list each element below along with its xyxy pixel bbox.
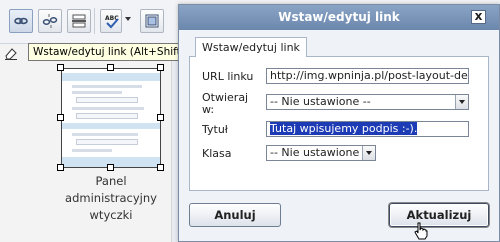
horizontal-rule-button[interactable]	[67, 9, 91, 33]
caption-line: administracyjny	[65, 191, 157, 205]
widget-caption: Panel administracyjny wtyczki	[57, 173, 165, 224]
resize-handle-top-right[interactable]	[157, 64, 164, 71]
chevron-down-icon[interactable]	[455, 95, 468, 109]
caption-line: Panel	[95, 174, 127, 188]
hand-cursor-icon	[414, 222, 428, 240]
title-label: Tytuł	[202, 123, 228, 136]
spellcheck-button[interactable]: ABC	[100, 9, 122, 33]
unlink-button[interactable]	[38, 9, 62, 33]
title-input[interactable]: Tutaj wpisujemy podpis :-).	[266, 121, 469, 137]
cancel-button[interactable]: Anuluj	[189, 203, 281, 227]
resize-handle-bottom-left[interactable]	[57, 164, 64, 171]
url-input[interactable]: http://img.wpninja.pl/post-layout-demo.p…	[266, 68, 469, 84]
widget-preview-panel: Panel administracyjny wtyczki	[0, 44, 172, 242]
target-label: Otwieraj w:	[202, 92, 248, 116]
insert-link-button[interactable]	[9, 9, 33, 33]
caption-line: wtyczki	[89, 208, 133, 222]
dialog-title: Wstaw/edytuj link	[278, 10, 400, 24]
spellcheck-dropdown-arrow[interactable]	[125, 17, 131, 21]
resize-handle-top[interactable]	[107, 64, 114, 71]
horizontal-rule-icon	[72, 14, 86, 28]
url-label: URL linku	[202, 70, 254, 83]
spellcheck-icon: ABC	[105, 15, 119, 29]
update-button[interactable]: Aktualizuj	[389, 203, 489, 227]
resize-handle-left[interactable]	[57, 114, 64, 121]
resize-handle-right[interactable]	[157, 114, 164, 121]
insert-link-icon	[14, 17, 28, 25]
class-select[interactable]: -- Nie ustawione --	[266, 145, 376, 161]
unlink-icon	[42, 14, 58, 28]
target-select-value: -- Nie ustawione --	[270, 95, 371, 108]
resize-handle-bottom-right[interactable]	[157, 164, 164, 171]
title-input-selected-text: Tutaj wpisujemy podpis :-).	[270, 122, 418, 135]
widget-screenshot-image[interactable]	[61, 68, 161, 168]
insert-link-dialog: Wstaw/edytuj link x Wstaw/edytuj link UR…	[178, 4, 500, 242]
eraser-icon[interactable]	[4, 46, 18, 60]
tab-insert-link[interactable]: Wstaw/edytuj link	[195, 37, 307, 57]
target-label-line: w:	[202, 103, 215, 116]
close-icon: x	[474, 9, 483, 23]
fullscreen-button[interactable]	[140, 9, 164, 33]
link-tooltip: Wstaw/edytuj link (Alt+Shift+A)	[28, 43, 184, 61]
resize-handle-bottom[interactable]	[107, 164, 114, 171]
fullscreen-icon	[145, 14, 159, 28]
chevron-down-icon[interactable]	[362, 146, 375, 160]
close-button[interactable]: x	[471, 10, 486, 24]
resize-handle-top-left[interactable]	[57, 64, 64, 71]
toolbar-separator	[94, 8, 95, 34]
target-select[interactable]: -- Nie ustawione --	[266, 94, 469, 110]
link-properties-panel: URL linku http://img.wpninja.pl/post-lay…	[189, 56, 489, 191]
dialog-titlebar[interactable]: Wstaw/edytuj link	[179, 5, 499, 30]
class-select-value: -- Nie ustawione --	[270, 146, 371, 159]
class-label: Klasa	[202, 147, 232, 160]
